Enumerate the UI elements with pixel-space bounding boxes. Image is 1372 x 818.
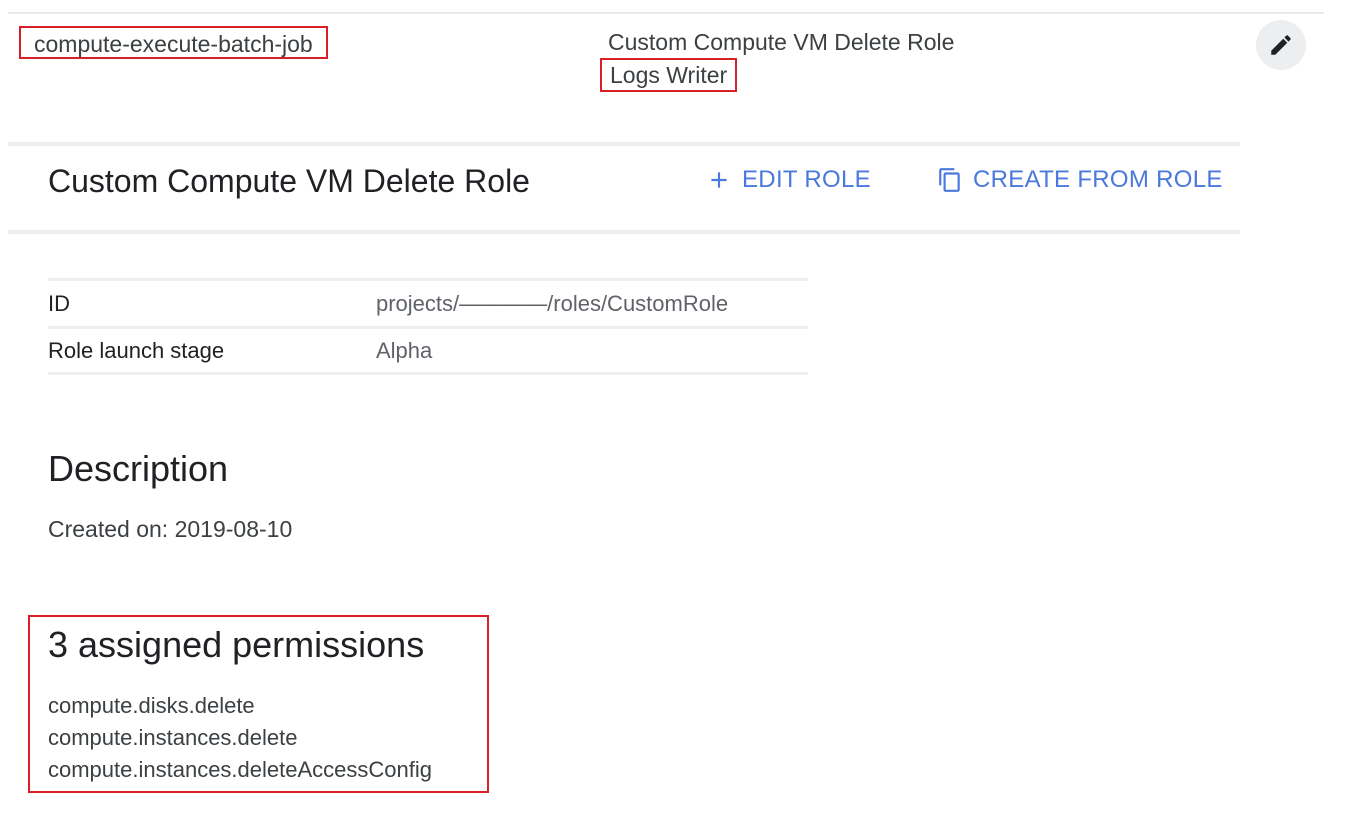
edit-role-label: EDIT ROLE bbox=[742, 166, 871, 193]
section-divider bbox=[8, 142, 1240, 146]
edit-role-button[interactable]: EDIT ROLE bbox=[706, 166, 871, 194]
permission-item: compute.instances.delete bbox=[48, 725, 298, 750]
detail-row-id: ID projects/————/roles/CustomRole bbox=[48, 281, 808, 329]
member-name: compute-execute-batch-job bbox=[19, 26, 328, 59]
detail-value: projects/————/roles/CustomRole bbox=[376, 290, 729, 316]
member-roles-list: Custom Compute VM Delete Role Logs Write… bbox=[600, 26, 955, 92]
plus-icon bbox=[711, 172, 727, 188]
permission-item: compute.disks.delete bbox=[48, 693, 255, 718]
top-divider bbox=[8, 12, 1324, 14]
role-details-table: ID projects/————/roles/CustomRole Role l… bbox=[48, 278, 808, 375]
create-from-role-button[interactable]: CREATE FROM ROLE bbox=[937, 166, 1223, 194]
create-from-role-label: CREATE FROM ROLE bbox=[973, 166, 1223, 193]
permissions-list: compute.disks.delete compute.instances.d… bbox=[48, 690, 432, 786]
detail-label: ID bbox=[48, 290, 70, 316]
permissions-heading: 3 assigned permissions bbox=[48, 624, 425, 665]
detail-label: Role launch stage bbox=[48, 337, 225, 363]
permission-item: compute.instances.deleteAccessConfig bbox=[48, 757, 432, 782]
description-heading: Description bbox=[48, 448, 229, 489]
description-text: Created on: 2019-08-10 bbox=[48, 516, 293, 542]
section-divider bbox=[8, 230, 1240, 234]
detail-value: Alpha bbox=[376, 337, 433, 363]
edit-member-button[interactable] bbox=[1256, 20, 1306, 70]
detail-row-launch-stage: Role launch stage Alpha bbox=[48, 329, 808, 375]
member-role: Custom Compute VM Delete Role bbox=[608, 29, 955, 55]
pencil-icon bbox=[1271, 35, 1291, 55]
copy-icon bbox=[939, 168, 960, 192]
role-title: Custom Compute VM Delete Role bbox=[48, 163, 530, 199]
member-role-highlighted: Logs Writer bbox=[600, 58, 738, 92]
